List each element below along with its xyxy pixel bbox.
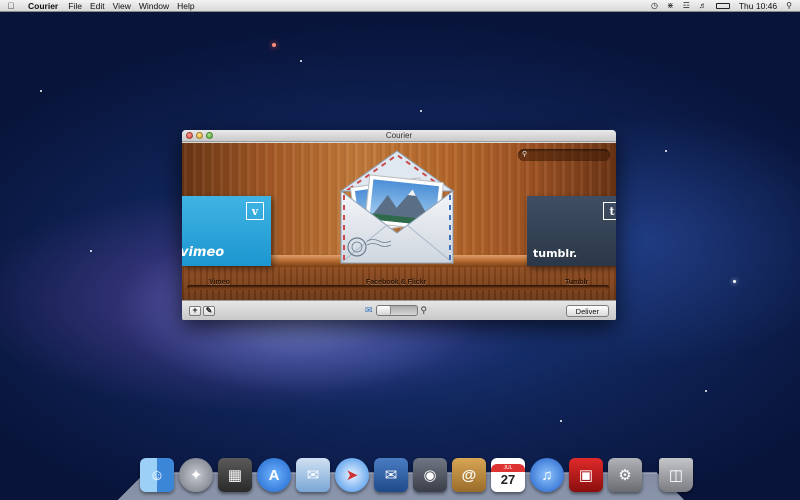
calendar-icon[interactable]: JUL 27 [491, 458, 525, 492]
background-star [560, 420, 562, 422]
search-field[interactable]: ⚲ [518, 149, 610, 161]
background-star [733, 280, 736, 283]
window-title: Courier [385, 131, 413, 140]
background-star [40, 90, 42, 92]
bluetooth-icon[interactable]: ⋇ [667, 1, 674, 10]
tumblr-wordmark: tumblr. [533, 247, 578, 260]
envelope-icon [339, 150, 455, 264]
background-star [300, 60, 302, 62]
courier-icon[interactable]: ✉ [374, 458, 408, 492]
menu-file[interactable]: File [68, 1, 90, 11]
service-label-vimeo: Vimeo [209, 279, 230, 286]
dock: ☺ ✦ ▦ A ✉ ➤ ✉ ◉ @ JUL 27 ♫ ▣ ⚙ ◫ [140, 452, 693, 492]
app-store-icon[interactable]: A [257, 458, 291, 492]
service-card-facebook-flickr[interactable] [335, 149, 459, 267]
background-star [272, 43, 276, 47]
trash-icon[interactable]: ◫ [659, 458, 693, 492]
background-star [420, 110, 422, 112]
system-preferences-icon[interactable]: ⚙ [608, 458, 642, 492]
finder-icon[interactable]: ☺ [140, 458, 174, 492]
window-titlebar[interactable]: Courier [182, 130, 616, 142]
menu-bar:  Courier File Edit View Window Help ◷ ⋇… [0, 0, 800, 12]
background-star [665, 150, 667, 152]
window-bottom-bar: + ✎ ✉ ⚲ Deliver [182, 300, 616, 320]
volume-icon[interactable]: ♬ [699, 1, 707, 10]
mission-control-icon[interactable]: ▦ [218, 458, 252, 492]
background-star [90, 250, 92, 252]
itunes-icon[interactable]: ♫ [530, 458, 564, 492]
add-button[interactable]: + [189, 305, 201, 316]
photo-booth-icon[interactable]: ▣ [569, 458, 603, 492]
mail-icon[interactable]: ✉ [296, 458, 330, 492]
safari-icon[interactable]: ➤ [335, 458, 369, 492]
service-card-vimeo[interactable]: v vimeo [182, 196, 271, 266]
menu-edit[interactable]: Edit [90, 1, 113, 11]
service-card-tumblr[interactable]: t tumblr. [527, 196, 616, 266]
menubar-clock[interactable]: Thu 10:46 [739, 1, 777, 11]
menu-window[interactable]: Window [139, 1, 177, 11]
vimeo-wordmark: vimeo [182, 245, 225, 260]
service-label-facebook-flickr: Facebook & Flickr [366, 279, 427, 286]
facetime-icon[interactable]: ◉ [413, 458, 447, 492]
address-book-icon[interactable]: @ [452, 458, 486, 492]
battery-icon[interactable] [715, 2, 730, 9]
vimeo-logo-icon: v [246, 202, 264, 220]
mode-toggle-knob[interactable] [376, 306, 391, 315]
background-star [705, 390, 707, 392]
pin-icon: ⚲ [420, 305, 428, 315]
envelope-small-icon: ✉ [365, 305, 373, 315]
mode-toggle-track[interactable] [375, 305, 418, 316]
menu-help[interactable]: Help [177, 1, 202, 11]
service-shelf: ⚲ v vimeo t tumblr. Vimeo Facebook & Fli… [182, 143, 616, 300]
wifi-icon[interactable]: ☲ [683, 1, 690, 10]
menu-view[interactable]: View [113, 1, 139, 11]
time-machine-icon[interactable]: ◷ [651, 1, 658, 10]
tumblr-logo-icon: t [603, 202, 616, 220]
calendar-month: JUL [491, 463, 525, 472]
edit-button[interactable]: ✎ [203, 305, 215, 316]
launchpad-icon[interactable]: ✦ [179, 458, 213, 492]
deliver-button[interactable]: Deliver [565, 305, 609, 317]
menu-app-name[interactable]: Courier [22, 1, 68, 11]
calendar-day: 27 [500, 471, 516, 487]
spotlight-search-icon[interactable]: ⚲ [786, 1, 792, 10]
courier-window: Courier ⚲ v vimeo t tumblr. Vimeo Facebo… [182, 130, 616, 320]
search-icon: ⚲ [522, 151, 528, 158]
mode-toggle[interactable]: ✉ ⚲ [365, 305, 427, 316]
pencil-icon: ✎ [205, 305, 213, 315]
apple-menu-icon[interactable]:  [0, 1, 22, 11]
service-label-tumblr: Tumblr [565, 279, 589, 286]
